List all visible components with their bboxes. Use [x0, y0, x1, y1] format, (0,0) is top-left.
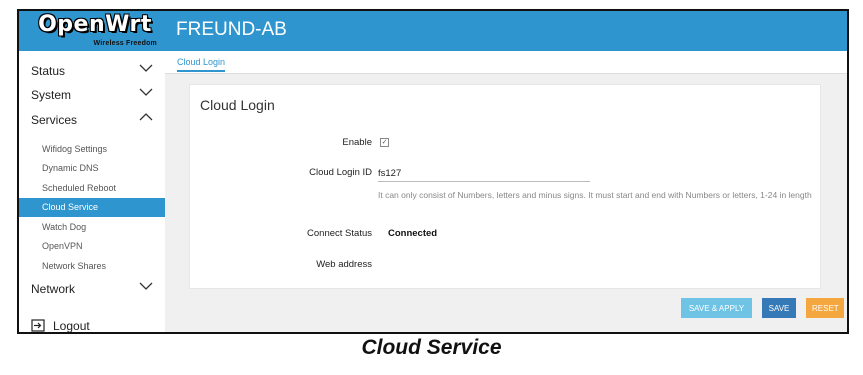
sidebar-item-label: Status: [31, 64, 66, 78]
panel-title: Cloud Login: [200, 97, 275, 113]
sidebar-item-services[interactable]: Services: [19, 108, 165, 132]
chevron-down-icon: [139, 282, 153, 290]
sidebar-subitem-label: Watch Dog: [42, 222, 87, 232]
connect-status-value: Connected: [388, 228, 438, 239]
web-address-label: Web address: [316, 259, 372, 270]
logo-tagline: Wireless Freedom: [93, 40, 157, 47]
save-and-apply-button[interactable]: SAVE & APPLY: [681, 298, 752, 318]
save-button[interactable]: SAVE: [762, 298, 796, 318]
sidebar-subitem-dynamic-dns[interactable]: Dynamic DNS: [19, 159, 165, 178]
openwrt-logo[interactable]: OpenWrt Wireless Freedom: [31, 12, 159, 48]
sidebar-item-status[interactable]: Status: [19, 59, 165, 83]
figure-caption: Cloud Service: [361, 336, 502, 359]
enable-checkbox[interactable]: ✓: [380, 138, 389, 147]
sidebar-subitem-scheduled-reboot[interactable]: Scheduled Reboot: [19, 179, 165, 198]
tab-bar: Cloud Login: [165, 51, 847, 74]
sidebar-subitem-cloud-service[interactable]: Cloud Service: [19, 198, 165, 217]
tab-cloud-login[interactable]: Cloud Login: [177, 57, 226, 72]
sidebar-subitem-watch-dog[interactable]: Watch Dog: [19, 218, 165, 237]
connect-status-label: Connect Status: [307, 228, 372, 239]
sidebar-subitem-label: Network Shares: [42, 261, 107, 271]
reset-button[interactable]: RESET: [806, 298, 844, 318]
logout-icon: [31, 319, 45, 332]
sidebar-subitem-label: Cloud Service: [42, 202, 99, 212]
sidebar-subitem-label: OpenVPN: [42, 241, 83, 251]
sidebar-item-network[interactable]: Network: [19, 277, 165, 301]
cloud-login-id-hint: It can only consist of Numbers, letters …: [378, 190, 812, 200]
sidebar-item-label: Services: [31, 113, 78, 127]
logout-label: Logout: [53, 319, 90, 333]
chevron-up-icon: [139, 113, 153, 121]
cloud-login-panel: Cloud Login Enable ✓ Cloud Login ID It c…: [189, 84, 821, 289]
sidebar-subitem-wifidog-settings[interactable]: Wifidog Settings: [19, 140, 165, 159]
top-bar: OpenWrt Wireless Freedom FREUND-AB: [19, 11, 847, 51]
hostname-title: FREUND-AB: [176, 19, 287, 40]
cloud-login-id-label: Cloud Login ID: [309, 167, 372, 178]
sidebar-subitem-label: Scheduled Reboot: [42, 183, 117, 193]
chevron-down-icon: [139, 64, 153, 72]
sidebar-item-label: Network: [31, 282, 76, 296]
enable-label: Enable: [342, 137, 372, 148]
sidebar-subitem-network-shares[interactable]: Network Shares: [19, 257, 165, 276]
browser-frame: OpenWrt Wireless Freedom FREUND-AB Statu…: [17, 9, 849, 334]
sidebar-subitem-label: Wifidog Settings: [42, 144, 108, 154]
sidebar: Status System Services Wifidog Settings …: [19, 51, 165, 333]
chevron-down-icon: [139, 88, 153, 96]
sidebar-item-system[interactable]: System: [19, 83, 165, 107]
sidebar-item-label: System: [31, 88, 72, 102]
sidebar-subitem-label: Dynamic DNS: [42, 163, 99, 173]
logo-text: OpenWrt: [38, 12, 152, 37]
sidebar-subitem-openvpn[interactable]: OpenVPN: [19, 237, 165, 256]
cloud-login-id-input[interactable]: [378, 165, 590, 182]
